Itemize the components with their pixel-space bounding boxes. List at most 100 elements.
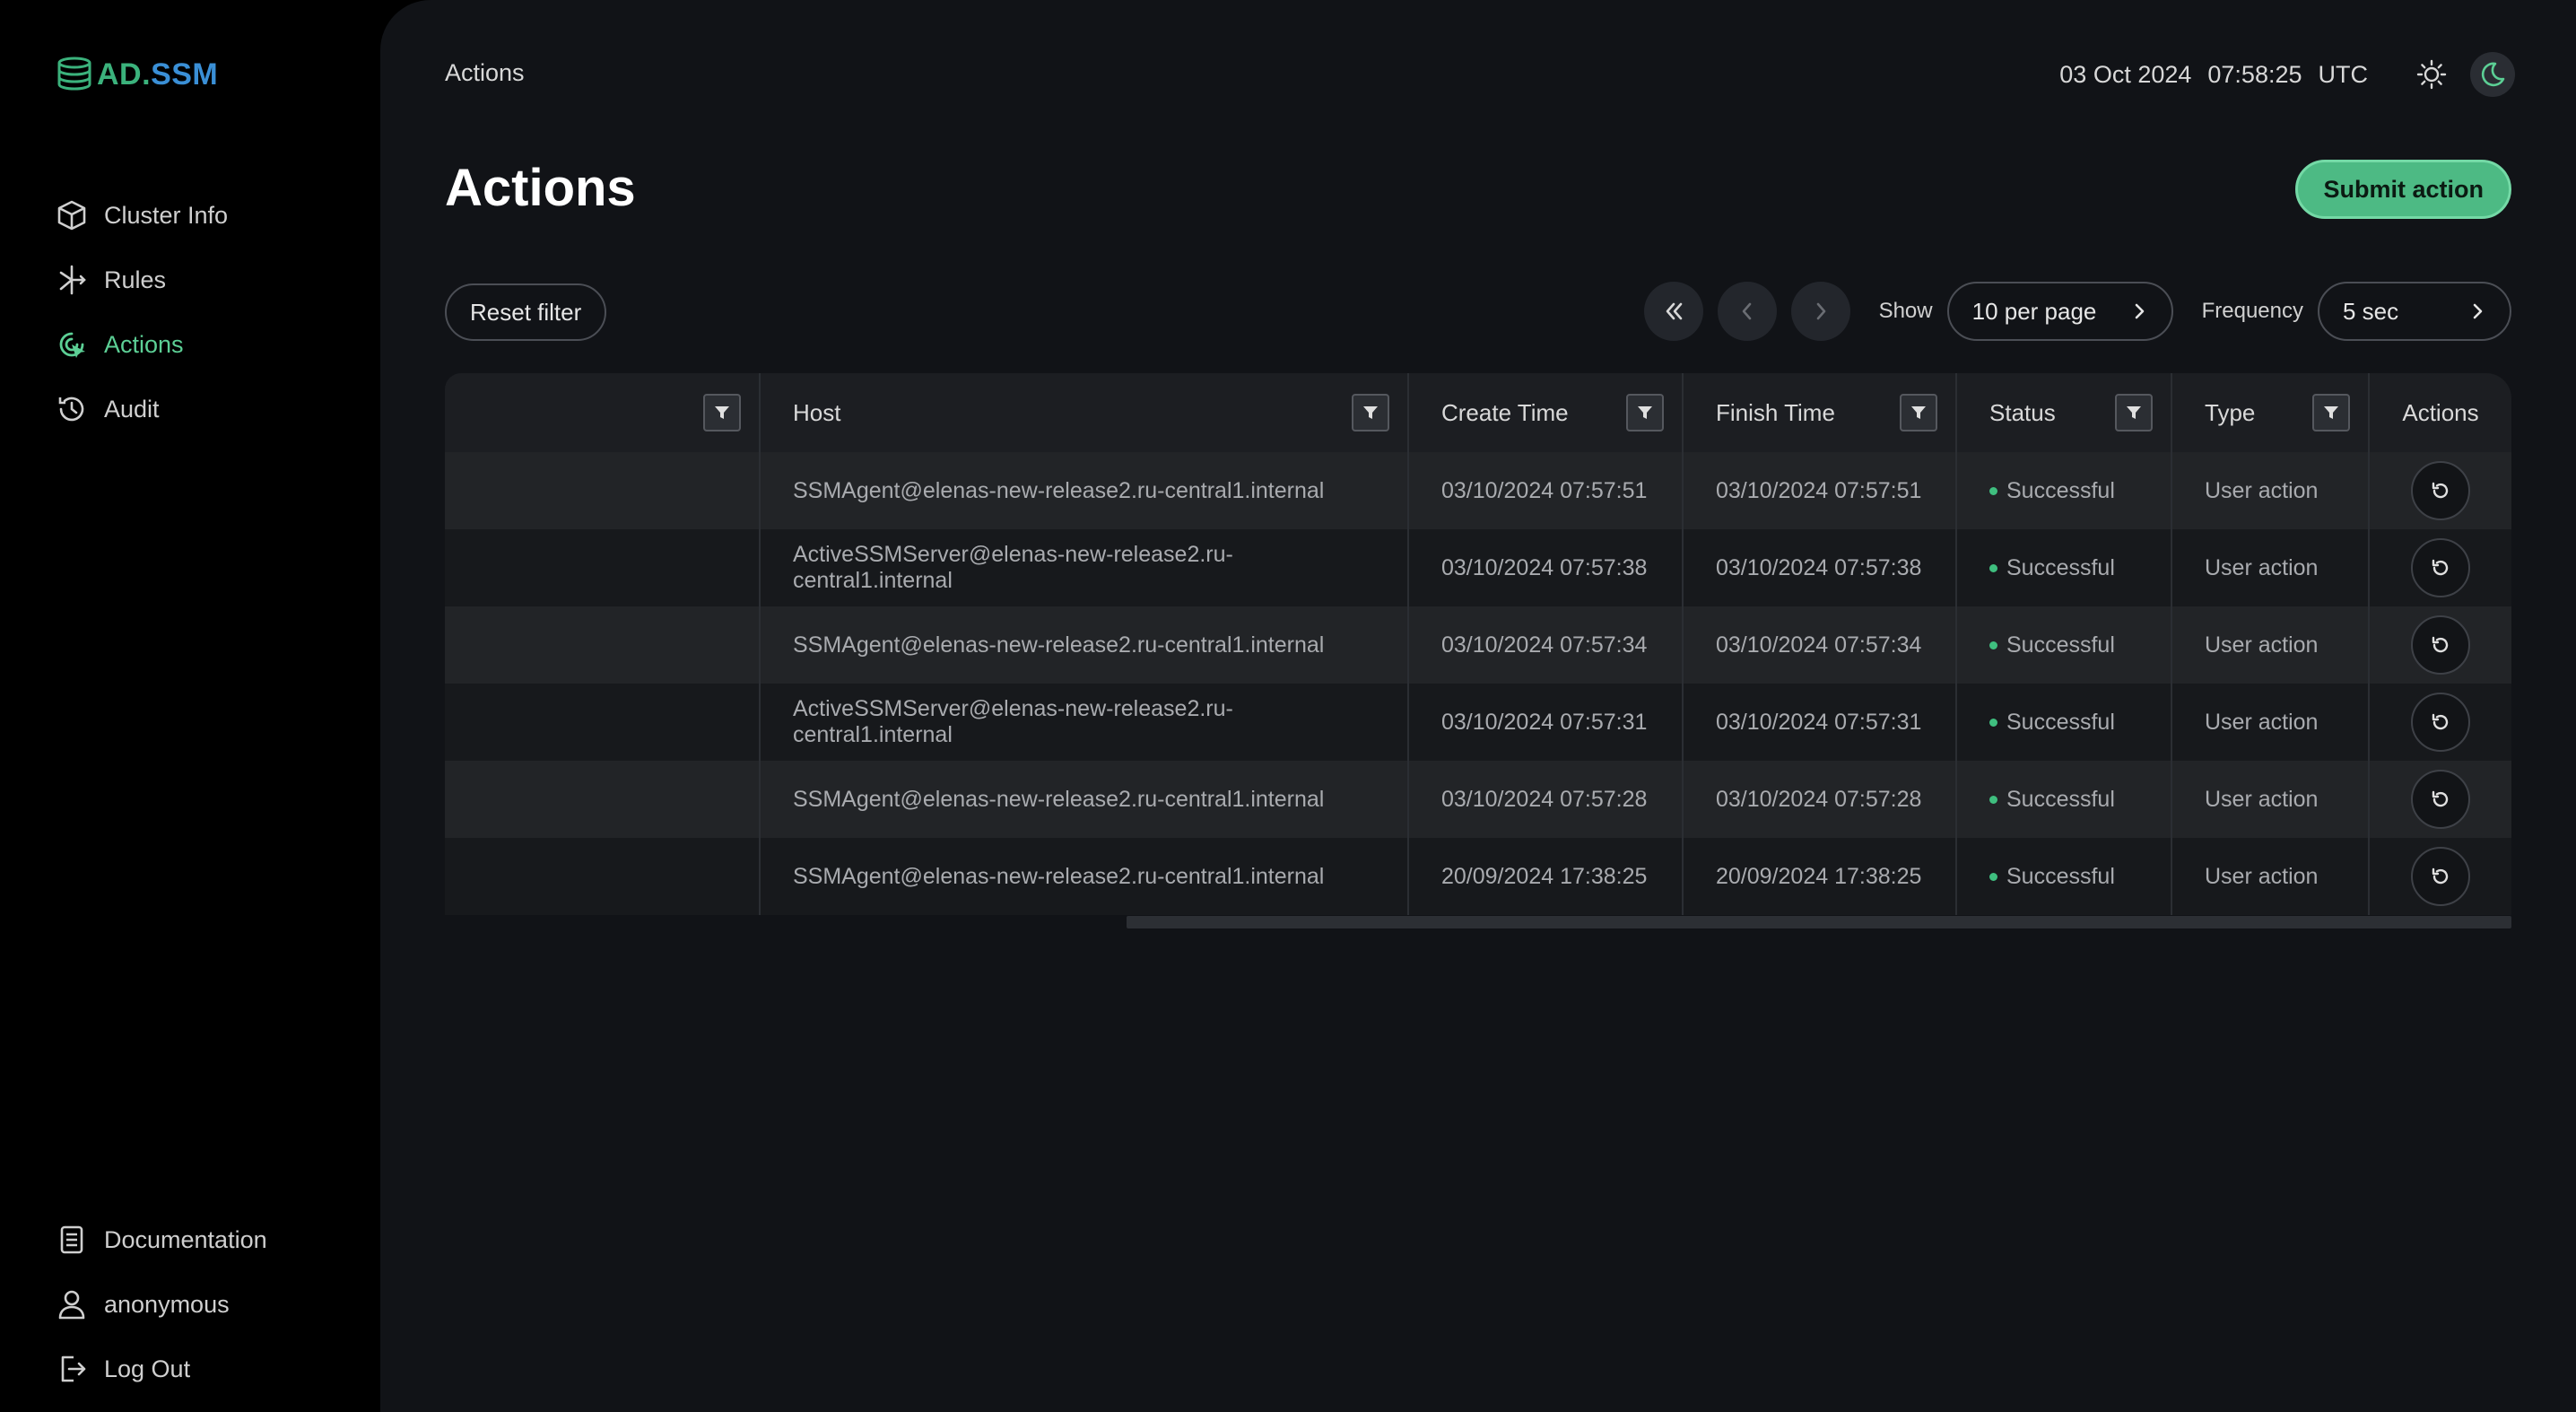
main-panel: Actions 03 Oct 2024 07:58:25 UTC Actions… — [380, 0, 2576, 1412]
chevron-right-icon — [2473, 303, 2483, 319]
table-row[interactable]: SSMAgent@elenas-new-release2.ru-central1… — [445, 606, 2511, 684]
host-cell: SSMAgent@elenas-new-release2.ru-central1… — [761, 452, 1409, 529]
prev-page-button[interactable] — [1717, 282, 1777, 341]
status-dot — [1989, 486, 1997, 495]
status-dot — [1989, 872, 1997, 881]
status-dot — [1989, 718, 1997, 727]
id-cell — [445, 838, 761, 915]
type-cell: User action — [2172, 529, 2370, 606]
actions-table: Host Create Time Finish Time Status Type… — [445, 373, 2511, 915]
filter-icon — [1911, 406, 1926, 419]
sidebar-item-user[interactable]: anonymous — [56, 1272, 267, 1337]
actions-cell — [2370, 529, 2511, 606]
filter-button[interactable] — [2115, 394, 2153, 431]
submit-action-button[interactable]: Submit action — [2295, 160, 2511, 219]
host-cell: SSMAgent@elenas-new-release2.ru-central1… — [761, 761, 1409, 838]
restart-action-button[interactable] — [2411, 538, 2470, 597]
create-time-cell: 03/10/2024 07:57:28 — [1409, 761, 1684, 838]
table-row[interactable]: SSMAgent@elenas-new-release2.ru-central1… — [445, 838, 2511, 915]
actions-cell — [2370, 452, 2511, 529]
status-dot — [1989, 641, 1997, 649]
restart-action-button[interactable] — [2411, 461, 2470, 520]
clock-date: 03 Oct 2024 — [2059, 60, 2192, 88]
table-row[interactable]: SSMAgent@elenas-new-release2.ru-central1… — [445, 761, 2511, 838]
restart-action-button[interactable] — [2411, 693, 2470, 752]
reset-filter-button[interactable]: Reset filter — [445, 283, 607, 341]
restart-action-button[interactable] — [2411, 847, 2470, 906]
sidebar-item-label: Documentation — [104, 1225, 267, 1253]
sidebar-item-documentation[interactable]: Documentation — [56, 1207, 267, 1272]
light-theme-button[interactable] — [2409, 52, 2454, 97]
actions-icon — [59, 332, 85, 358]
sidebar-item-audit[interactable]: Audit — [56, 377, 228, 441]
filter-button[interactable] — [1626, 394, 1664, 431]
frequency-select[interactable]: 5 sec — [2318, 282, 2511, 341]
horizontal-scrollbar[interactable] — [1127, 916, 2511, 928]
restart-action-button[interactable] — [2411, 615, 2470, 675]
create-time-cell: 03/10/2024 07:57:34 — [1409, 606, 1684, 684]
actions-cell — [2370, 684, 2511, 761]
status-cell: Successful — [1957, 606, 2172, 684]
chevron-right-icon — [2135, 303, 2144, 319]
host-cell: SSMAgent@elenas-new-release2.ru-central1… — [761, 606, 1409, 684]
first-page-button[interactable] — [1643, 282, 1703, 341]
filter-button[interactable] — [1352, 394, 1389, 431]
sidebar: AD.SSM Cluster Info Rules Actions Audit … — [0, 0, 380, 1412]
chevron-right-icon — [1816, 302, 1825, 320]
frequency-value: 5 sec — [2343, 297, 2399, 325]
id-cell — [445, 684, 761, 761]
finish-time-cell: 20/09/2024 17:38:25 — [1684, 838, 1957, 915]
create-time-cell: 03/10/2024 07:57:51 — [1409, 452, 1684, 529]
status-cell: Successful — [1957, 838, 2172, 915]
restart-icon — [2432, 559, 2449, 576]
sidebar-item-label: Audit — [104, 395, 160, 423]
clock-time: 07:58:25 — [2207, 60, 2302, 88]
per-page-select[interactable]: 10 per page — [1946, 282, 2173, 341]
column-header-status: Status — [1957, 373, 2172, 452]
sidebar-item-cluster-info[interactable]: Cluster Info — [56, 183, 228, 248]
type-cell: User action — [2172, 684, 2370, 761]
host-cell: ActiveSSMServer@elenas-new-release2.ru-c… — [761, 684, 1409, 761]
filter-button[interactable] — [703, 394, 741, 431]
status-cell: Successful — [1957, 761, 2172, 838]
sidebar-item-label: Actions — [104, 330, 184, 358]
table-row[interactable]: ActiveSSMServer@elenas-new-release2.ru-c… — [445, 684, 2511, 761]
column-header-host: Host — [761, 373, 1409, 452]
status-cell: Successful — [1957, 684, 2172, 761]
filter-button[interactable] — [1900, 394, 1937, 431]
filter-icon — [1638, 406, 1652, 419]
sidebar-item-label: Rules — [104, 266, 167, 293]
sidebar-nav: Cluster Info Rules Actions Audit — [56, 183, 228, 441]
chevron-left-icon — [1742, 302, 1751, 320]
pagination: Show 10 per page Frequency 5 sec — [1643, 282, 2511, 341]
filter-button[interactable] — [2312, 394, 2350, 431]
user-icon — [58, 1290, 85, 1320]
table-row[interactable]: SSMAgent@elenas-new-release2.ru-central1… — [445, 452, 2511, 529]
sidebar-item-rules[interactable]: Rules — [56, 248, 228, 312]
column-header-label: Create Time — [1441, 398, 1569, 426]
breadcrumb: Actions — [445, 59, 525, 86]
filter-icon — [2127, 406, 2141, 419]
type-cell: User action — [2172, 838, 2370, 915]
status-text: Successful — [2006, 477, 2115, 503]
restart-action-button[interactable] — [2411, 770, 2470, 829]
status-text: Successful — [2006, 863, 2115, 889]
table-header: Host Create Time Finish Time Status Type… — [445, 373, 2511, 452]
column-header-label: Actions — [2402, 398, 2479, 426]
dark-theme-button[interactable] — [2470, 52, 2515, 97]
next-page-button[interactable] — [1790, 282, 1850, 341]
create-time-cell: 03/10/2024 07:57:38 — [1409, 529, 1684, 606]
status-text: Successful — [2006, 632, 2115, 658]
id-cell — [445, 761, 761, 838]
column-header-actions: Actions — [2370, 373, 2511, 452]
column-header-label: Type — [2205, 398, 2256, 426]
clock: 03 Oct 2024 07:58:25 UTC — [2059, 61, 2368, 89]
sidebar-item-actions[interactable]: Actions — [56, 312, 228, 377]
column-header-label: Status — [1989, 398, 2056, 426]
table-row[interactable]: ActiveSSMServer@elenas-new-release2.ru-c… — [445, 529, 2511, 606]
sidebar-item-logout[interactable]: Log Out — [56, 1337, 267, 1401]
app-logo[interactable]: AD.SSM — [56, 56, 218, 93]
double-chevron-left-icon — [1666, 302, 1682, 320]
status-text: Successful — [2006, 554, 2115, 580]
status-text: Successful — [2006, 786, 2115, 812]
